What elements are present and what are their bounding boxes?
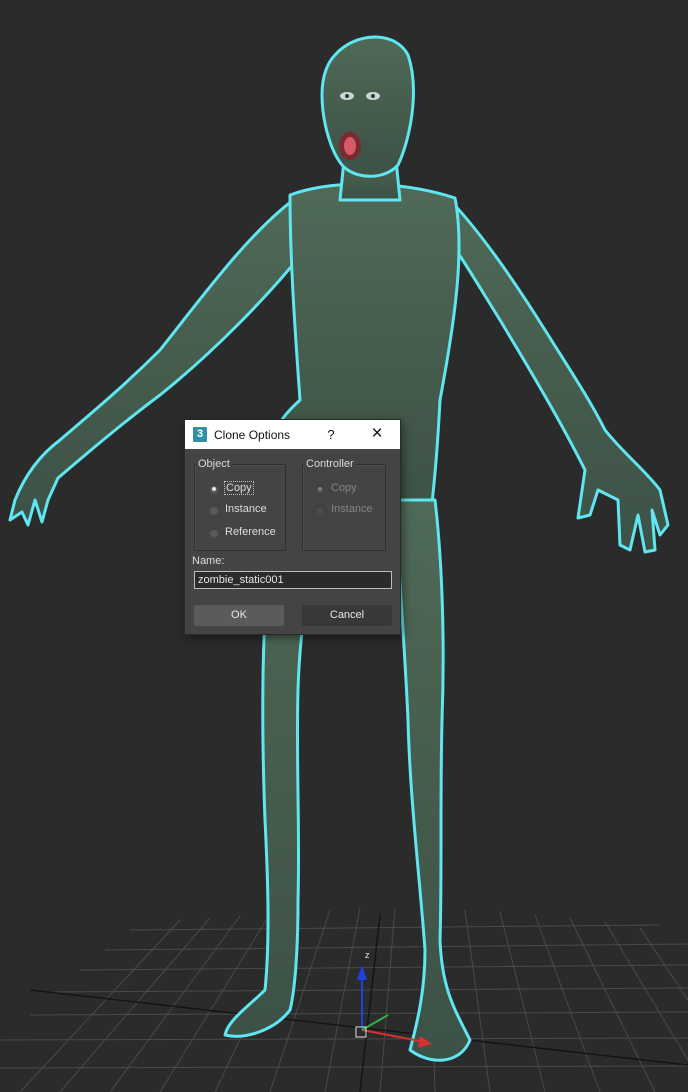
- close-button[interactable]: ×: [365, 424, 389, 444]
- radio-controller-copy: Copy: [315, 482, 381, 498]
- radio-label: Copy: [224, 481, 254, 495]
- radio-object-reference[interactable]: Reference: [209, 526, 279, 542]
- grid-axis-lines: [29, 914, 688, 1092]
- radio-label: Reference: [225, 526, 276, 538]
- clone-options-dialog: 3 Clone Options ? × Object Copy Instance…: [185, 420, 400, 634]
- radio-button-checked[interactable]: [209, 484, 219, 494]
- cancel-button[interactable]: Cancel: [302, 605, 392, 626]
- radio-button-checked: [315, 484, 325, 494]
- radio-button[interactable]: [209, 528, 219, 538]
- dialog-title: Clone Options: [214, 428, 291, 442]
- gizmo-axis-label: z: [365, 950, 370, 960]
- 3dsmax-app-icon: 3: [193, 427, 207, 442]
- radio-label: Instance: [225, 503, 267, 515]
- floor-grid: [0, 907, 688, 1092]
- controller-group-label: Controller: [304, 458, 356, 470]
- radio-button: [315, 505, 325, 515]
- radio-label: Instance: [331, 503, 373, 515]
- help-button[interactable]: ?: [321, 426, 341, 443]
- ok-button[interactable]: OK: [194, 605, 284, 626]
- radio-button[interactable]: [209, 505, 219, 515]
- radio-object-instance[interactable]: Instance: [209, 503, 279, 519]
- radio-controller-instance: Instance: [315, 503, 381, 519]
- name-label: Name:: [192, 555, 225, 567]
- radio-label: Copy: [331, 482, 357, 494]
- name-input[interactable]: [194, 571, 392, 589]
- radio-object-copy[interactable]: Copy: [209, 481, 279, 498]
- dialog-titlebar[interactable]: 3 Clone Options ? ×: [185, 420, 400, 449]
- object-group-label: Object: [196, 458, 232, 470]
